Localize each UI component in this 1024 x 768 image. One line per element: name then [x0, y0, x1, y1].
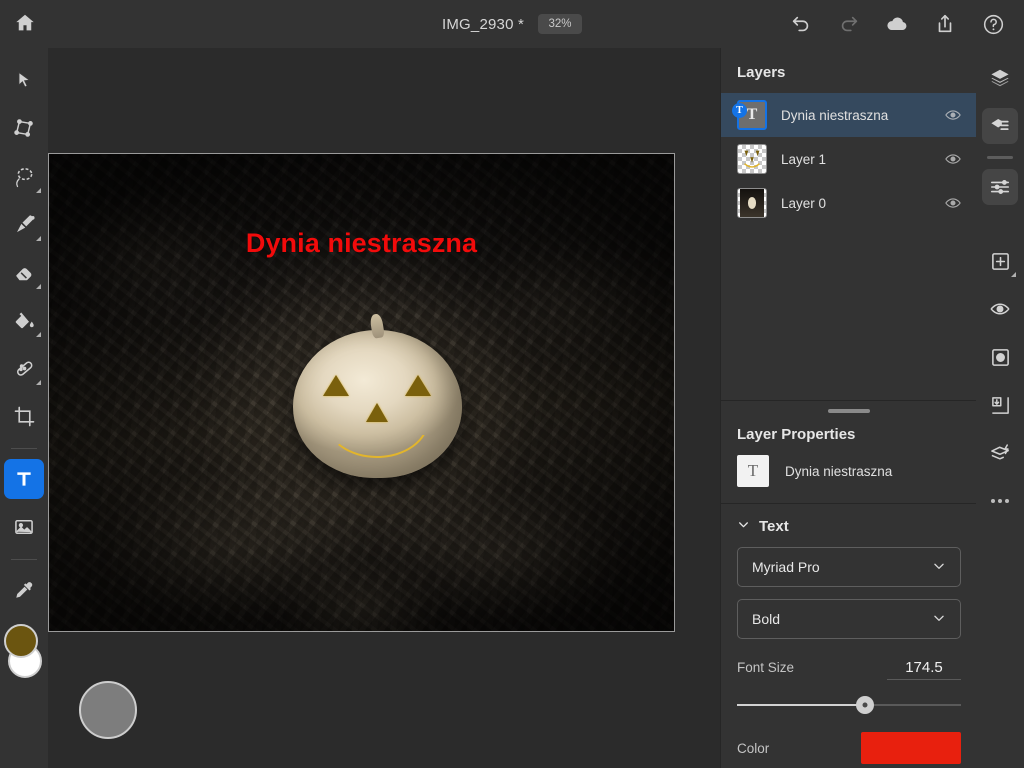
font-size-input[interactable]: 174.5	[887, 659, 961, 680]
adjustments-icon[interactable]	[982, 169, 1018, 205]
text-color-swatch[interactable]	[861, 732, 961, 764]
color-label: Color	[737, 740, 770, 756]
layers-icon[interactable]	[982, 60, 1018, 96]
text-section-header[interactable]: Text	[721, 504, 977, 547]
chevron-down-icon	[737, 518, 750, 535]
crop-tool[interactable]	[4, 396, 44, 436]
heal-tool[interactable]	[4, 348, 44, 388]
tool-flyout-indicator	[36, 284, 41, 289]
slider-fill	[737, 704, 865, 706]
layer-thumbnail-text[interactable]: T T	[732, 100, 767, 130]
layer-visibility-icon[interactable]	[944, 150, 962, 168]
canvas-text-layer[interactable]: Dynia niestraszna	[49, 154, 674, 259]
artboard[interactable]: Dynia niestraszna	[48, 153, 675, 632]
toolbar-divider	[11, 448, 37, 449]
layer-row-1[interactable]: Layer 1	[721, 137, 976, 181]
right-rail	[976, 48, 1024, 768]
redo-icon[interactable]	[836, 11, 862, 37]
layer-thumbnail-photo[interactable]	[737, 188, 767, 218]
panel-divider	[721, 400, 977, 401]
layer-properties-layer-name: Dynia niestraszna	[785, 463, 893, 479]
brush-tool[interactable]	[4, 204, 44, 244]
select-tool[interactable]	[4, 60, 44, 100]
font-style-select[interactable]: Bold	[737, 599, 961, 639]
fill-tool[interactable]	[4, 300, 44, 340]
lasso-tool[interactable]	[4, 156, 44, 196]
transform-tool[interactable]	[4, 108, 44, 148]
ellipsis-dots	[991, 499, 1009, 503]
layer-row-0[interactable]: Layer 0	[721, 181, 976, 225]
text-layer-badge-icon: T	[732, 103, 747, 118]
tool-flyout-indicator	[36, 332, 41, 337]
text-tool[interactable]	[4, 459, 44, 499]
layer-name: Layer 0	[781, 195, 827, 211]
font-size-slider[interactable]	[737, 696, 961, 714]
right-panel: Layers T T Dynia niestraszna Layer 1 Lay…	[720, 48, 977, 768]
zoom-level-badge[interactable]: 32%	[538, 14, 583, 34]
color-swatches[interactable]	[4, 624, 44, 682]
layer-properties-target: T Dynia niestraszna	[721, 453, 977, 503]
font-style-value: Bold	[752, 611, 781, 627]
top-bar-actions	[788, 0, 1016, 48]
rail-divider	[987, 156, 1013, 159]
slider-knob[interactable]	[855, 696, 874, 714]
foreground-color-swatch[interactable]	[4, 624, 38, 658]
more-options-icon[interactable]	[982, 483, 1018, 519]
font-family-value: Myriad Pro	[752, 559, 820, 575]
text-color-row: Color	[721, 714, 977, 764]
font-size-row: Font Size 174.5	[721, 651, 977, 680]
place-image-tool[interactable]	[4, 507, 44, 547]
share-icon[interactable]	[932, 11, 958, 37]
layers-panel-title: Layers	[737, 64, 786, 81]
layer-visibility-icon[interactable]	[944, 106, 962, 124]
help-icon[interactable]	[980, 11, 1006, 37]
font-family-select[interactable]: Myriad Pro	[737, 547, 961, 587]
layer-thumbnail-face[interactable]	[737, 144, 767, 174]
undo-icon[interactable]	[788, 11, 814, 37]
document-title: IMG_2930 *	[441, 15, 525, 33]
chevron-down-icon	[932, 611, 946, 628]
text-section-label: Text	[759, 518, 789, 535]
visibility-icon[interactable]	[982, 291, 1018, 327]
layer-name: Layer 1	[781, 151, 827, 167]
merge-down-icon[interactable]	[982, 387, 1018, 423]
tool-flyout-indicator	[1011, 272, 1016, 277]
layer-name: Dynia niestraszna	[781, 107, 889, 123]
eraser-tool[interactable]	[4, 252, 44, 292]
brush-size-preview[interactable]	[79, 681, 137, 739]
image-editor-app: IMG_2930 * 32% Dynia niestraszna Layers …	[0, 0, 1024, 768]
tool-flyout-indicator	[36, 380, 41, 385]
left-toolbar	[0, 48, 48, 768]
eyedropper-tool[interactable]	[4, 570, 44, 610]
font-size-label: Font Size	[737, 660, 795, 675]
canvas-area[interactable]: Dynia niestraszna	[48, 48, 720, 768]
chevron-down-icon	[932, 559, 946, 576]
tool-flyout-indicator	[36, 236, 41, 241]
cloud-icon[interactable]	[884, 11, 910, 37]
layer-visibility-icon[interactable]	[944, 194, 962, 212]
add-layer-icon[interactable]	[982, 243, 1018, 279]
layer-properties-thumbnail: T	[737, 455, 769, 487]
mask-icon[interactable]	[982, 339, 1018, 375]
tool-flyout-indicator	[36, 188, 41, 193]
effects-icon[interactable]	[982, 435, 1018, 471]
layer-properties-icon[interactable]	[982, 108, 1018, 144]
layer-properties-title: Layer Properties	[737, 426, 856, 443]
top-bar: IMG_2930 * 32%	[0, 0, 1024, 48]
toolbar-divider-2	[11, 559, 37, 560]
layer-row-text[interactable]: T T Dynia niestraszna	[721, 93, 976, 137]
